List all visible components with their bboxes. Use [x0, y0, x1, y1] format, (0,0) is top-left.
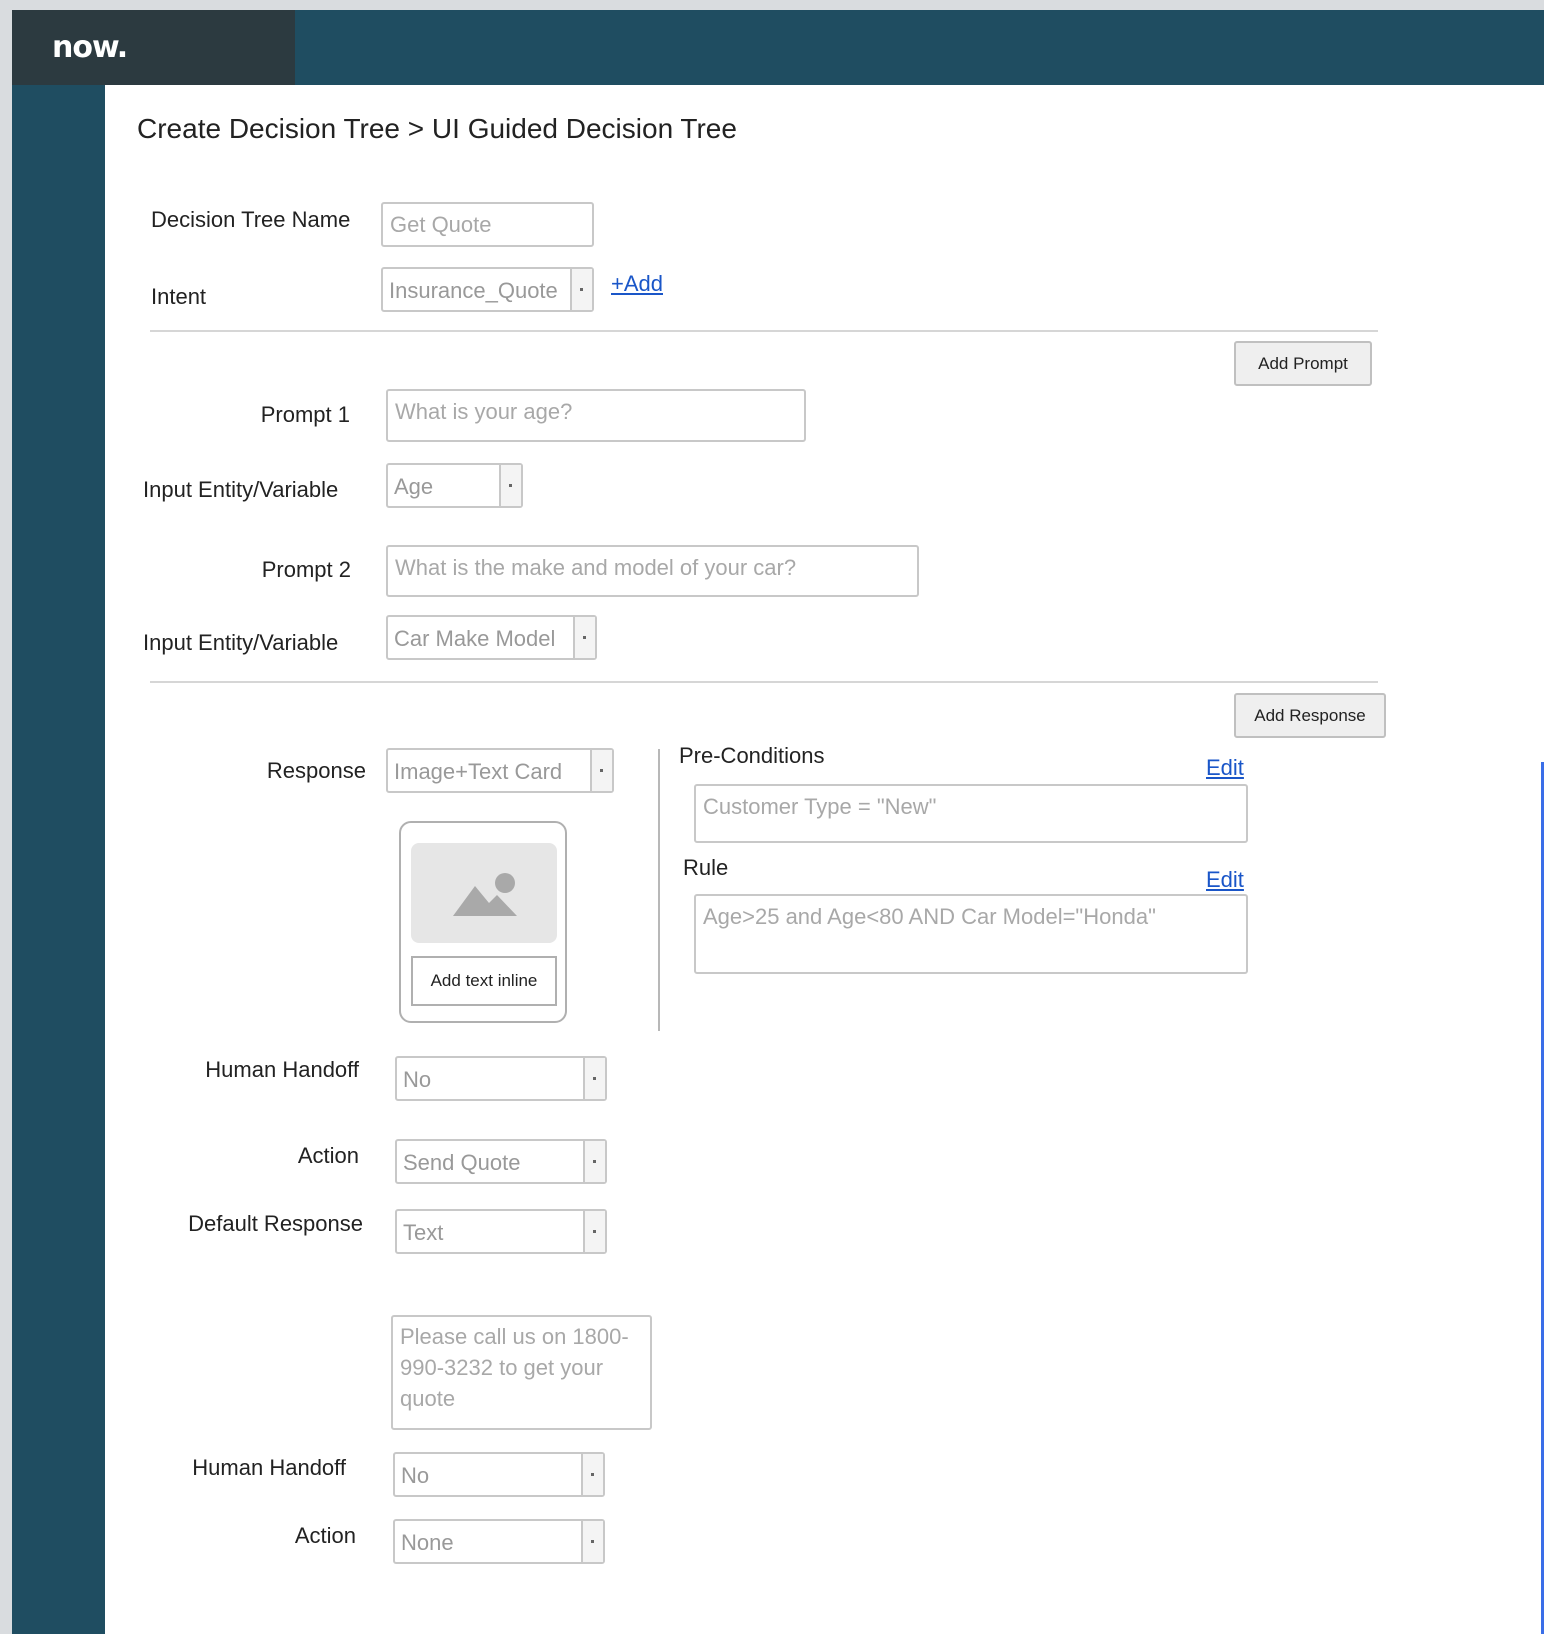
- chevron-down-icon[interactable]: [573, 617, 595, 658]
- vertical-divider: [658, 749, 660, 1031]
- decision-tree-name-input[interactable]: Get Quote: [381, 202, 594, 247]
- default-response-label: Default Response: [188, 1211, 363, 1236]
- prompt-2-label: Prompt 2: [261, 557, 351, 582]
- human-handoff-label: Human Handoff: [205, 1057, 359, 1082]
- response-type-value: Image+Text Card: [394, 759, 563, 784]
- response-label: Response: [266, 758, 366, 783]
- prompt-1-input[interactable]: What is your age?: [386, 389, 806, 442]
- prompt-1-entity-value: Age: [394, 474, 434, 499]
- default-action-value: None: [401, 1530, 454, 1555]
- prompt-2-entity-label: Input Entity/Variable: [143, 630, 339, 655]
- rule-edit-link[interactable]: Edit: [1206, 867, 1244, 893]
- default-response-text[interactable]: Please call us on 1800-990-3232 to get y…: [391, 1315, 652, 1430]
- response-type-select[interactable]: Image+Text Card: [386, 748, 614, 793]
- prompt-1-label: Prompt 1: [260, 402, 350, 427]
- divider: [150, 681, 1378, 683]
- default-response-select[interactable]: Text: [395, 1209, 607, 1254]
- prompt-2-entity-value: Car Make Model: [394, 626, 556, 651]
- image-placeholder-icon: [453, 873, 517, 916]
- prompt-2-input[interactable]: What is the make and model of your car?: [386, 545, 919, 597]
- default-response-value: Text: [403, 1220, 444, 1245]
- intent-label: Intent: [151, 284, 207, 309]
- default-human-handoff-label: Human Handoff: [192, 1455, 346, 1480]
- human-handoff-select[interactable]: No: [395, 1056, 607, 1101]
- divider: [150, 330, 1378, 332]
- app-shell: now. Create Decision Tree > UI Guided De…: [12, 10, 1544, 1634]
- chevron-down-icon[interactable]: [499, 465, 521, 506]
- rule-input[interactable]: Age>25 and Age<80 AND Car Model="Honda": [694, 894, 1248, 974]
- logo-area[interactable]: now.: [12, 10, 295, 85]
- chevron-down-icon[interactable]: [583, 1058, 605, 1099]
- add-prompt-button[interactable]: Add Prompt: [1234, 341, 1372, 386]
- preconditions-edit-link[interactable]: Edit: [1206, 755, 1244, 781]
- form-panel: Create Decision Tree > UI Guided Decisio…: [105, 85, 1544, 1634]
- prompt-1-entity-label: Input Entity/Variable: [143, 477, 339, 502]
- add-response-button[interactable]: Add Response: [1234, 693, 1386, 738]
- preconditions-label: Pre-Conditions: [679, 743, 825, 768]
- image-text-card: Add text inline: [399, 821, 567, 1023]
- default-human-handoff-value: No: [401, 1463, 430, 1488]
- top-bar: now.: [12, 10, 1544, 85]
- human-handoff-value: No: [403, 1067, 432, 1092]
- default-action-label: Action: [294, 1523, 356, 1548]
- chevron-down-icon[interactable]: [581, 1454, 603, 1495]
- chevron-down-icon[interactable]: [570, 269, 592, 310]
- rule-label: Rule: [683, 855, 729, 880]
- page-title: Create Decision Tree > UI Guided Decisio…: [137, 113, 737, 144]
- add-text-inline-button[interactable]: Add text inline: [411, 956, 557, 1006]
- image-placeholder-icon[interactable]: [411, 843, 557, 943]
- intent-select-value: Insurance_Quote: [389, 278, 558, 303]
- action-value: Send Quote: [403, 1150, 521, 1175]
- add-intent-link[interactable]: +Add: [611, 271, 663, 297]
- prompt-2-entity-select[interactable]: Car Make Model: [386, 615, 597, 660]
- chevron-down-icon[interactable]: [583, 1211, 605, 1252]
- chevron-down-icon[interactable]: [581, 1521, 603, 1562]
- decision-tree-name-label: Decision Tree Name: [151, 207, 351, 232]
- preconditions-input[interactable]: Customer Type = "New": [694, 784, 1248, 843]
- action-select[interactable]: Send Quote: [395, 1139, 607, 1184]
- default-human-handoff-select[interactable]: No: [393, 1452, 605, 1497]
- intent-select[interactable]: Insurance_Quote: [381, 267, 594, 312]
- servicenow-logo: now.: [52, 30, 128, 65]
- chevron-down-icon[interactable]: [583, 1141, 605, 1182]
- prompt-1-entity-select[interactable]: Age: [386, 463, 523, 508]
- chevron-down-icon[interactable]: [590, 750, 612, 791]
- action-label: Action: [297, 1143, 359, 1168]
- default-action-select[interactable]: None: [393, 1519, 605, 1564]
